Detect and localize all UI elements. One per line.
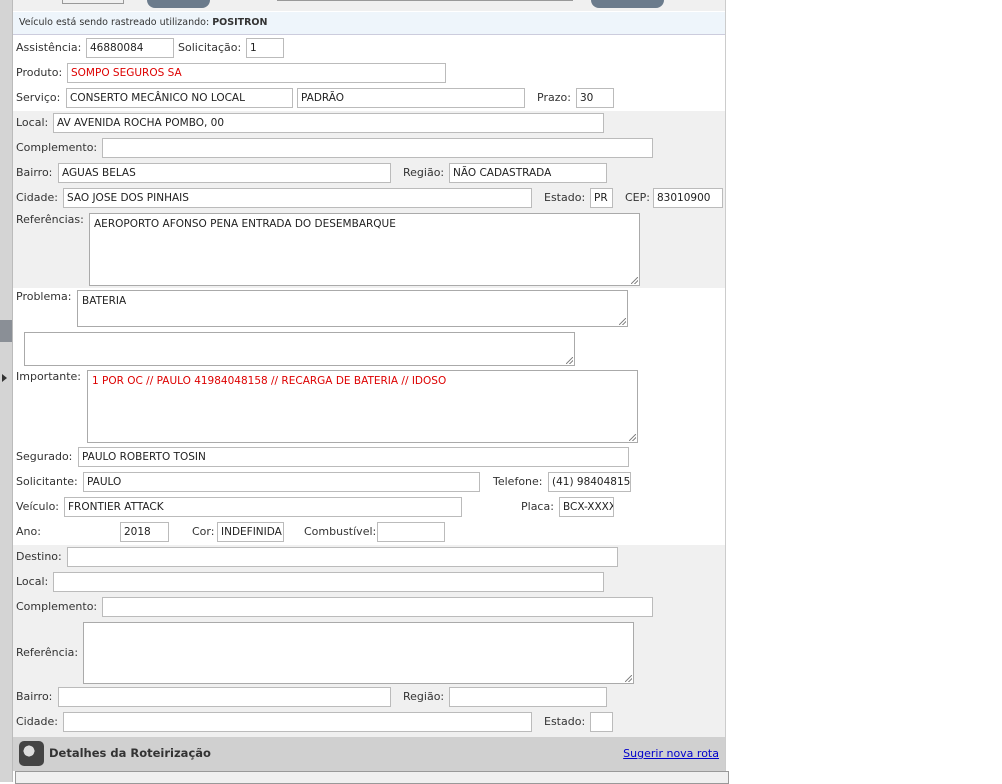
fields-assistencia-input[interactable]: 46880084 xyxy=(86,38,174,58)
fields-ano-input[interactable]: 2018 xyxy=(120,522,169,542)
fields-ano-label: Ano: xyxy=(16,525,41,538)
fields-extra-textarea[interactable] xyxy=(24,332,575,366)
fields-regiao-input[interactable]: NÃO CADASTRADA xyxy=(449,163,607,183)
fields-cidade-label: Cidade: xyxy=(16,191,58,204)
fields-assistencia-label: Assistência: xyxy=(16,41,82,54)
fields-cidade-input[interactable]: SAO JOSE DOS PINHAIS xyxy=(63,188,532,208)
fields-cor-label: Cor: xyxy=(192,525,215,538)
destino-cidade-label: Cidade: xyxy=(16,715,58,728)
destino-complemento-input[interactable] xyxy=(102,597,653,617)
destino-referencia-label: Referência: xyxy=(16,646,79,659)
fields-servico-input[interactable]: PADRÃO xyxy=(297,88,525,108)
fields-solicitacao-input[interactable]: 1 xyxy=(246,38,284,58)
fields-problema-label: Problema: xyxy=(16,290,72,303)
toolbar-button[interactable] xyxy=(147,0,210,8)
fields-placa-label: Placa: xyxy=(521,500,554,513)
fields-servico-label: Serviço: xyxy=(16,91,61,104)
fields-regiao-label: Região: xyxy=(403,166,445,179)
fields-cor-input[interactable]: INDEFINIDA xyxy=(217,522,284,542)
expand-arrow-icon[interactable] xyxy=(2,374,7,382)
fields-local-label: Local: xyxy=(16,116,49,129)
destino-destino-input[interactable] xyxy=(67,547,618,567)
fields-produto-input[interactable]: SOMPO SEGUROS SA xyxy=(67,63,446,83)
sidebar-toggle-tab[interactable] xyxy=(0,320,12,342)
resize-handle-icon[interactable] xyxy=(625,675,632,682)
tracking-provider: POSITRON xyxy=(212,17,268,28)
routing-title: Detalhes da Roteirização xyxy=(49,746,211,760)
globe-icon xyxy=(19,741,44,766)
routing-header: Detalhes da Roteirização Sugerir nova ro… xyxy=(13,737,725,771)
fields-servico-input[interactable]: CONSERTO MECÂNICO NO LOCAL xyxy=(66,88,293,108)
destino-estado-input[interactable] xyxy=(590,712,613,732)
fields-estado-input[interactable]: PR xyxy=(590,188,613,208)
fields-prazo-label: Prazo: xyxy=(537,91,571,104)
fields-cep-label: CEP: xyxy=(625,191,650,204)
fields-local-input[interactable]: AV AVENIDA ROCHA POMBO, 00 xyxy=(53,113,604,133)
suggest-route-link[interactable]: Sugerir nova rota xyxy=(623,747,719,760)
destino-destino-label: Destino: xyxy=(16,550,62,563)
destino-cidade-input[interactable] xyxy=(63,712,532,732)
destino-bairro-label: Bairro: xyxy=(16,690,53,703)
destino-local-input[interactable] xyxy=(53,572,604,592)
fields-telefone-label: Telefone: xyxy=(493,475,543,488)
fields-estado-label: Estado: xyxy=(544,191,586,204)
fields-solicitante-label: Solicitante: xyxy=(16,475,78,488)
left-sidebar-strip xyxy=(0,0,13,782)
fields-problema-textarea[interactable]: BATERIA xyxy=(77,290,628,327)
destino-local-label: Local: xyxy=(16,575,49,588)
fields-veiculo-label: Veículo: xyxy=(16,500,60,513)
fields-segurado-label: Segurado: xyxy=(16,450,73,463)
destino-bairro-input[interactable] xyxy=(58,687,391,707)
fields-bairro-label: Bairro: xyxy=(16,166,53,179)
tracking-banner: Veículo está sendo rastreado utilizando:… xyxy=(13,12,725,35)
fields-combustivel-input[interactable] xyxy=(377,522,445,542)
resize-handle-icon[interactable] xyxy=(566,357,573,364)
toolbar-field[interactable] xyxy=(277,0,573,1)
tracking-text: Veículo está sendo rastreado utilizando: xyxy=(19,17,210,28)
fields-segurado-input[interactable]: PAULO ROBERTO TOSIN xyxy=(78,447,629,467)
destino-complemento-label: Complemento: xyxy=(16,600,98,613)
fields-telefone-input[interactable]: (41) 984048158 xyxy=(548,472,631,492)
fields-combustivel-label: Combustível: xyxy=(304,525,377,538)
routing-details-box xyxy=(15,771,729,784)
fields-prazo-input[interactable]: 30 xyxy=(576,88,614,108)
fields-solicitacao-label: Solicitação: xyxy=(178,41,242,54)
fields-referencias-textarea[interactable]: AEROPORTO AFONSO PENA ENTRADA DO DESEMBA… xyxy=(89,213,640,286)
fields-veiculo-input[interactable]: FRONTIER ATTACK xyxy=(64,497,462,517)
fields-solicitante-input[interactable]: PAULO xyxy=(83,472,480,492)
destino-estado-label: Estado: xyxy=(544,715,586,728)
toolbar-field[interactable] xyxy=(62,0,124,4)
fields-complemento-label: Complemento: xyxy=(16,141,98,154)
toolbar-button[interactable] xyxy=(591,0,664,8)
fields-importante-textarea[interactable]: 1 POR OC // PAULO 41984048158 // RECARGA… xyxy=(87,370,638,443)
fields-referencias-label: Referências: xyxy=(16,213,84,226)
fields-bairro-input[interactable]: AGUAS BELAS xyxy=(58,163,391,183)
resize-handle-icon[interactable] xyxy=(619,318,626,325)
fields-complemento-input[interactable] xyxy=(102,138,653,158)
fields-placa-input[interactable]: BCX-XXXX xyxy=(559,497,614,517)
destino-regiao-label: Região: xyxy=(403,690,445,703)
fields-importante-label: Importante: xyxy=(16,370,82,383)
fields-cep-input[interactable]: 83010900 xyxy=(653,188,723,208)
destino-referencia-textarea[interactable] xyxy=(83,622,634,684)
destino-regiao-input[interactable] xyxy=(449,687,607,707)
resize-handle-icon[interactable] xyxy=(629,434,636,441)
resize-handle-icon[interactable] xyxy=(631,277,638,284)
fields-produto-label: Produto: xyxy=(16,66,63,79)
